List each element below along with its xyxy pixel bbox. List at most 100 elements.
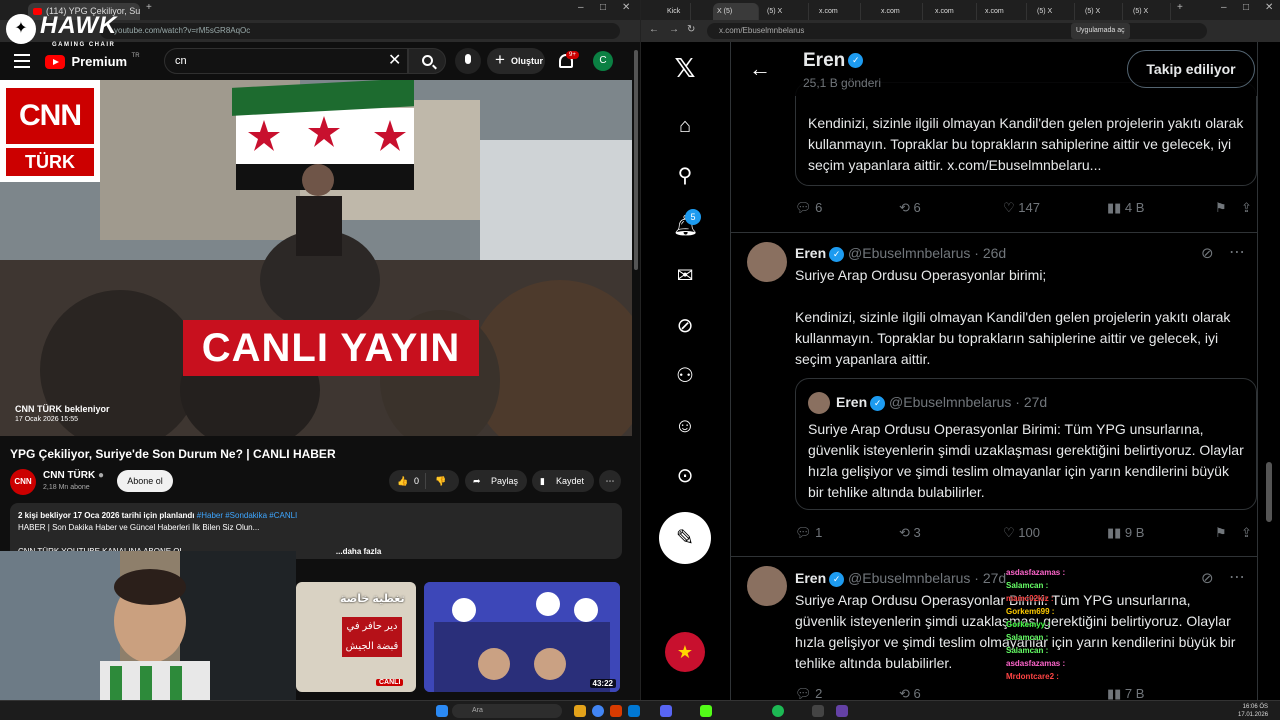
post-2-more-icon[interactable]: ⋯ <box>1229 242 1245 262</box>
right-maximize-button[interactable]: □ <box>1243 2 1249 13</box>
browser-tab-4[interactable]: x.com <box>815 3 861 20</box>
start-menu-icon[interactable] <box>436 705 448 717</box>
youtube-scrollbar[interactable] <box>632 42 640 700</box>
post-2-bookmark-icon[interactable]: ⚑ <box>1215 523 1227 543</box>
post-2-avatar[interactable] <box>747 242 787 282</box>
post-1-views-button[interactable]: ▮▮ 4 B <box>1107 198 1144 218</box>
right-new-tab-button[interactable]: + <box>1177 2 1183 13</box>
related-video-thumbnail-1[interactable]: تغطية خاصة دير حافر في قبضة الجيش CANLI <box>296 582 416 692</box>
browser-tab-1[interactable]: Kick <box>663 3 691 20</box>
post-2-like-button[interactable]: ♡ 100 <box>1003 523 1040 543</box>
related-video-thumbnail-2[interactable]: 43:22 <box>424 582 620 692</box>
create-button[interactable]: Oluştur <box>487 47 545 74</box>
post-2-views-button[interactable]: ▮▮ 9 B <box>1107 523 1144 543</box>
x-scrollbar[interactable] <box>1258 42 1280 700</box>
hamburger-menu-icon[interactable] <box>14 54 30 68</box>
compose-post-button[interactable]: ✎ <box>659 512 711 564</box>
left-url-field[interactable]: youtube.com/watch?v=rM5sGR8AqOc <box>100 23 620 39</box>
share-button[interactable]: ➦ Paylaş <box>465 470 527 492</box>
browser-tab-10[interactable]: (5) X <box>1129 3 1171 20</box>
messages-icon[interactable]: ✉ <box>673 264 697 288</box>
spotify-icon[interactable] <box>772 705 784 717</box>
browser-tab-9[interactable]: (5) X <box>1081 3 1123 20</box>
voice-search-icon[interactable] <box>455 48 481 74</box>
right-minimize-button[interactable]: – <box>1221 2 1227 13</box>
post-3-views-button[interactable]: ▮▮ 7 B <box>1107 684 1144 700</box>
more-actions-icon[interactable]: ⋯ <box>599 470 621 492</box>
post-2-share-icon[interactable]: ⇪ <box>1241 523 1252 543</box>
office-icon[interactable] <box>610 705 622 717</box>
post-1-like-button[interactable]: ♡ 147 <box>1003 198 1040 218</box>
grok-icon[interactable]: ⊘ <box>673 314 697 338</box>
maximize-button[interactable]: □ <box>600 2 606 13</box>
explore-search-icon[interactable]: ⚲ <box>673 164 697 188</box>
post-3-reply-button[interactable]: 💬︎ 2 <box>795 684 822 700</box>
app-icon[interactable] <box>836 705 848 717</box>
open-in-app-button[interactable]: Uygulamada aç <box>1071 23 1130 39</box>
post-2-grok-icon[interactable]: ⊘ <box>1201 244 1214 262</box>
communities-icon[interactable]: ⚇ <box>673 364 697 388</box>
home-icon[interactable]: ⌂ <box>673 114 697 138</box>
chrome-icon[interactable] <box>592 705 604 717</box>
subscribe-button[interactable]: Abone ol <box>117 470 173 492</box>
post-3-grok-icon[interactable]: ⊘ <box>1201 569 1214 587</box>
post-3-time[interactable]: · 27d <box>974 570 1006 586</box>
post-2-time[interactable]: · 26d <box>974 245 1006 261</box>
channel-avatar[interactable]: CNN <box>10 469 36 495</box>
post-3-avatar[interactable] <box>747 566 787 606</box>
browser-tab-3[interactable]: (5) X <box>763 3 809 20</box>
kick-app-icon[interactable] <box>700 705 712 717</box>
minimize-button[interactable]: – <box>578 2 584 13</box>
account-avatar[interactable]: C <box>593 51 613 71</box>
youtube-search-input[interactable]: cn <box>164 48 408 74</box>
post-1-bookmark-icon[interactable]: ⚑ <box>1215 198 1227 218</box>
browser-tab-5[interactable]: x.com <box>877 3 923 20</box>
post-2-quoted-post[interactable]: Eren ✓ @Ebuselmnbelarus · 27d Suriye Arap… <box>795 378 1257 510</box>
post-2-author[interactable]: Eren <box>795 245 826 261</box>
reload-icon[interactable]: ↻ <box>687 24 695 35</box>
post-3-author[interactable]: Eren <box>795 570 826 586</box>
youtube-logo[interactable]: Premium TR <box>45 53 140 71</box>
description-hashtags[interactable]: #Haber #Sondakika #CANLI <box>197 511 298 520</box>
post-1-repost-button[interactable]: ⟲ 6 <box>899 198 921 218</box>
browser-tab-6[interactable]: x.com <box>931 3 977 20</box>
show-more-link[interactable]: ...daha fazla <box>336 547 381 556</box>
save-button[interactable]: ▮ Kaydet <box>532 470 594 492</box>
post-2-reply-button[interactable]: 💬︎ 1 <box>795 523 822 543</box>
discord-icon[interactable] <box>660 705 672 717</box>
file-explorer-icon[interactable] <box>574 705 586 717</box>
post-3-repost-button[interactable]: ⟲ 6 <box>899 684 921 700</box>
browser-tab-8[interactable]: (5) X <box>1033 3 1075 20</box>
x-scroll-thumb[interactable] <box>1266 462 1272 522</box>
post-1-quote[interactable]: Kendinizi, sizinle ilgili olmayan Kandil… <box>795 82 1257 186</box>
right-url-field[interactable]: x.com/Ebuselmnbelarus <box>707 23 1207 39</box>
obs-icon[interactable] <box>812 705 824 717</box>
profile-icon[interactable]: ☺ <box>673 414 697 438</box>
post-2-repost-button[interactable]: ⟲ 3 <box>899 523 921 543</box>
post-3-more-icon[interactable]: ⋯ <box>1229 567 1245 587</box>
video-player[interactable]: CNN TÜRK CANLI YAYIN CNN TÜRK bekleniyor… <box>0 80 632 436</box>
post-1-reply-button[interactable]: 💬︎ 6 <box>795 198 822 218</box>
following-button[interactable]: Takip ediliyor <box>1127 50 1255 88</box>
right-close-button[interactable]: ✕ <box>1265 2 1273 13</box>
post-2-handle[interactable]: @Ebuselmnbelarus <box>848 245 970 261</box>
account-avatar-icon[interactable]: ★ <box>665 632 705 672</box>
youtube-scroll-thumb[interactable] <box>634 50 638 270</box>
store-icon[interactable] <box>628 705 640 717</box>
like-icon[interactable]: 👍 <box>397 470 408 492</box>
channel-name[interactable]: CNN TÜRK ● <box>43 470 104 481</box>
close-window-button[interactable]: ✕ <box>622 2 630 13</box>
back-arrow-icon[interactable]: ← <box>749 56 771 82</box>
clear-search-icon[interactable]: ✕ <box>388 51 401 71</box>
x-logo-icon[interactable]: 𝕏 <box>673 55 697 81</box>
dislike-icon[interactable]: 👎 <box>435 470 446 492</box>
search-button[interactable] <box>408 48 446 74</box>
taskbar-clock[interactable]: 16:06 ÖS 17.01.2026 <box>1238 703 1268 719</box>
new-tab-button[interactable]: + <box>146 2 152 13</box>
post-3-handle[interactable]: @Ebuselmnbelarus <box>848 570 970 586</box>
more-options-icon[interactable]: ⊙ <box>673 464 697 488</box>
post-1-share-icon[interactable]: ⇪ <box>1241 198 1252 218</box>
browser-tab-2[interactable]: X (5) <box>713 3 759 20</box>
browser-tab-7[interactable]: x.com <box>981 3 1027 20</box>
taskbar-search-input[interactable]: Ara <box>452 704 562 718</box>
